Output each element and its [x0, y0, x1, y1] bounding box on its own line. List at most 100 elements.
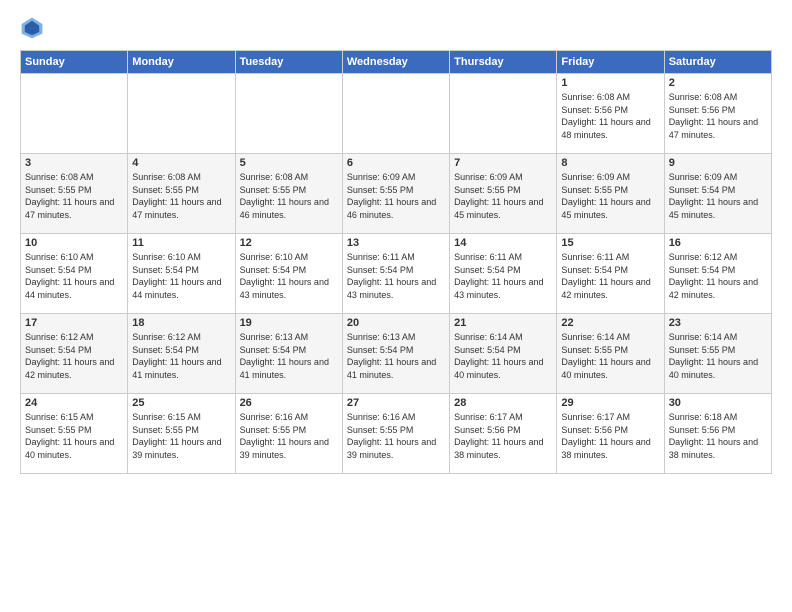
cell-content: Sunrise: 6:11 AM Sunset: 5:54 PM Dayligh…: [347, 251, 445, 301]
cell-content: Sunrise: 6:14 AM Sunset: 5:55 PM Dayligh…: [561, 331, 659, 381]
calendar-cell: 22 Sunrise: 6:14 AM Sunset: 5:55 PM Dayli…: [557, 314, 664, 394]
day-number: 9: [669, 157, 767, 169]
calendar-week-5: 24 Sunrise: 6:15 AM Sunset: 5:55 PM Dayli…: [21, 394, 772, 474]
calendar-cell: 23 Sunrise: 6:14 AM Sunset: 5:55 PM Dayli…: [664, 314, 771, 394]
cell-content: Sunrise: 6:11 AM Sunset: 5:54 PM Dayligh…: [561, 251, 659, 301]
calendar-cell: 18 Sunrise: 6:12 AM Sunset: 5:54 PM Dayli…: [128, 314, 235, 394]
cell-content: Sunrise: 6:12 AM Sunset: 5:54 PM Dayligh…: [25, 331, 123, 381]
calendar-cell: [235, 74, 342, 154]
day-number: 5: [240, 157, 338, 169]
calendar-cell: 8 Sunrise: 6:09 AM Sunset: 5:55 PM Daylig…: [557, 154, 664, 234]
day-number: 22: [561, 317, 659, 329]
cell-content: Sunrise: 6:08 AM Sunset: 5:56 PM Dayligh…: [561, 91, 659, 141]
cell-content: Sunrise: 6:09 AM Sunset: 5:55 PM Dayligh…: [347, 171, 445, 221]
calendar-cell: 9Sunrise: 6:09 AM Sunset: 5:54 PM Daylig…: [664, 154, 771, 234]
col-sunday: Sunday: [21, 51, 128, 74]
cell-content: Sunrise: 6:14 AM Sunset: 5:55 PM Dayligh…: [669, 331, 767, 381]
cell-content: Sunrise: 6:12 AM Sunset: 5:54 PM Dayligh…: [132, 331, 230, 381]
calendar-cell: 30 Sunrise: 6:18 AM Sunset: 5:56 PM Dayli…: [664, 394, 771, 474]
calendar-cell: 24 Sunrise: 6:15 AM Sunset: 5:55 PM Dayli…: [21, 394, 128, 474]
col-friday: Friday: [557, 51, 664, 74]
day-number: 1: [561, 77, 659, 89]
calendar-cell: 21Sunrise: 6:14 AM Sunset: 5:54 PM Dayli…: [450, 314, 557, 394]
day-number: 13: [347, 237, 445, 249]
cell-content: Sunrise: 6:13 AM Sunset: 5:54 PM Dayligh…: [347, 331, 445, 381]
day-number: 17: [25, 317, 123, 329]
cell-content: Sunrise: 6:18 AM Sunset: 5:56 PM Dayligh…: [669, 411, 767, 461]
calendar-cell: 11Sunrise: 6:10 AM Sunset: 5:54 PM Dayli…: [128, 234, 235, 314]
cell-content: Sunrise: 6:08 AM Sunset: 5:55 PM Dayligh…: [25, 171, 123, 221]
day-number: 3: [25, 157, 123, 169]
day-number: 4: [132, 157, 230, 169]
day-number: 7: [454, 157, 552, 169]
day-number: 8: [561, 157, 659, 169]
calendar-cell: 4 Sunrise: 6:08 AM Sunset: 5:55 PM Daylig…: [128, 154, 235, 234]
cell-content: Sunrise: 6:17 AM Sunset: 5:56 PM Dayligh…: [561, 411, 659, 461]
calendar-cell: 14 Sunrise: 6:11 AM Sunset: 5:54 PM Dayli…: [450, 234, 557, 314]
calendar-cell: 15 Sunrise: 6:11 AM Sunset: 5:54 PM Dayli…: [557, 234, 664, 314]
col-wednesday: Wednesday: [342, 51, 449, 74]
day-number: 25: [132, 397, 230, 409]
calendar-page: Sunday Monday Tuesday Wednesday Thursday…: [0, 0, 792, 484]
calendar-week-3: 10 Sunrise: 6:10 AM Sunset: 5:54 PM Dayli…: [21, 234, 772, 314]
calendar-cell: 25Sunrise: 6:15 AM Sunset: 5:55 PM Dayli…: [128, 394, 235, 474]
cell-content: Sunrise: 6:10 AM Sunset: 5:54 PM Dayligh…: [240, 251, 338, 301]
day-number: 28: [454, 397, 552, 409]
calendar-cell: 10 Sunrise: 6:10 AM Sunset: 5:54 PM Dayli…: [21, 234, 128, 314]
day-number: 18: [132, 317, 230, 329]
day-number: 24: [25, 397, 123, 409]
cell-content: Sunrise: 6:15 AM Sunset: 5:55 PM Dayligh…: [25, 411, 123, 461]
calendar-cell: 6 Sunrise: 6:09 AM Sunset: 5:55 PM Daylig…: [342, 154, 449, 234]
day-number: 16: [669, 237, 767, 249]
calendar-cell: 2Sunrise: 6:08 AM Sunset: 5:56 PM Daylig…: [664, 74, 771, 154]
calendar-week-2: 3 Sunrise: 6:08 AM Sunset: 5:55 PM Daylig…: [21, 154, 772, 234]
logo-icon: [20, 16, 44, 40]
day-number: 2: [669, 77, 767, 89]
cell-content: Sunrise: 6:12 AM Sunset: 5:54 PM Dayligh…: [669, 251, 767, 301]
calendar-cell: 20 Sunrise: 6:13 AM Sunset: 5:54 PM Dayli…: [342, 314, 449, 394]
calendar-cell: 19Sunrise: 6:13 AM Sunset: 5:54 PM Dayli…: [235, 314, 342, 394]
day-number: 20: [347, 317, 445, 329]
day-number: 12: [240, 237, 338, 249]
calendar-cell: 26 Sunrise: 6:16 AM Sunset: 5:55 PM Dayli…: [235, 394, 342, 474]
day-number: 30: [669, 397, 767, 409]
calendar-cell: 5Sunrise: 6:08 AM Sunset: 5:55 PM Daylig…: [235, 154, 342, 234]
header: [20, 16, 772, 40]
calendar-cell: [128, 74, 235, 154]
col-tuesday: Tuesday: [235, 51, 342, 74]
cell-content: Sunrise: 6:14 AM Sunset: 5:54 PM Dayligh…: [454, 331, 552, 381]
day-number: 26: [240, 397, 338, 409]
cell-content: Sunrise: 6:16 AM Sunset: 5:55 PM Dayligh…: [240, 411, 338, 461]
day-number: 23: [669, 317, 767, 329]
calendar-cell: 29 Sunrise: 6:17 AM Sunset: 5:56 PM Dayli…: [557, 394, 664, 474]
cell-content: Sunrise: 6:17 AM Sunset: 5:56 PM Dayligh…: [454, 411, 552, 461]
calendar-body: 1 Sunrise: 6:08 AM Sunset: 5:56 PM Daylig…: [21, 74, 772, 474]
calendar-cell: 1 Sunrise: 6:08 AM Sunset: 5:56 PM Daylig…: [557, 74, 664, 154]
day-number: 15: [561, 237, 659, 249]
calendar-table: Sunday Monday Tuesday Wednesday Thursday…: [20, 50, 772, 474]
calendar-week-4: 17 Sunrise: 6:12 AM Sunset: 5:54 PM Dayli…: [21, 314, 772, 394]
header-row: Sunday Monday Tuesday Wednesday Thursday…: [21, 51, 772, 74]
day-number: 19: [240, 317, 338, 329]
day-number: 14: [454, 237, 552, 249]
day-number: 29: [561, 397, 659, 409]
calendar-week-1: 1 Sunrise: 6:08 AM Sunset: 5:56 PM Daylig…: [21, 74, 772, 154]
calendar-cell: 12 Sunrise: 6:10 AM Sunset: 5:54 PM Dayli…: [235, 234, 342, 314]
cell-content: Sunrise: 6:10 AM Sunset: 5:54 PM Dayligh…: [25, 251, 123, 301]
cell-content: Sunrise: 6:11 AM Sunset: 5:54 PM Dayligh…: [454, 251, 552, 301]
day-number: 11: [132, 237, 230, 249]
day-number: 6: [347, 157, 445, 169]
calendar-cell: [342, 74, 449, 154]
day-number: 10: [25, 237, 123, 249]
col-saturday: Saturday: [664, 51, 771, 74]
cell-content: Sunrise: 6:09 AM Sunset: 5:55 PM Dayligh…: [561, 171, 659, 221]
day-number: 27: [347, 397, 445, 409]
col-thursday: Thursday: [450, 51, 557, 74]
calendar-cell: 3 Sunrise: 6:08 AM Sunset: 5:55 PM Daylig…: [21, 154, 128, 234]
calendar-cell: 27 Sunrise: 6:16 AM Sunset: 5:55 PM Dayli…: [342, 394, 449, 474]
cell-content: Sunrise: 6:16 AM Sunset: 5:55 PM Dayligh…: [347, 411, 445, 461]
calendar-cell: [21, 74, 128, 154]
cell-content: Sunrise: 6:09 AM Sunset: 5:55 PM Dayligh…: [454, 171, 552, 221]
calendar-cell: 17 Sunrise: 6:12 AM Sunset: 5:54 PM Dayli…: [21, 314, 128, 394]
cell-content: Sunrise: 6:08 AM Sunset: 5:55 PM Dayligh…: [132, 171, 230, 221]
